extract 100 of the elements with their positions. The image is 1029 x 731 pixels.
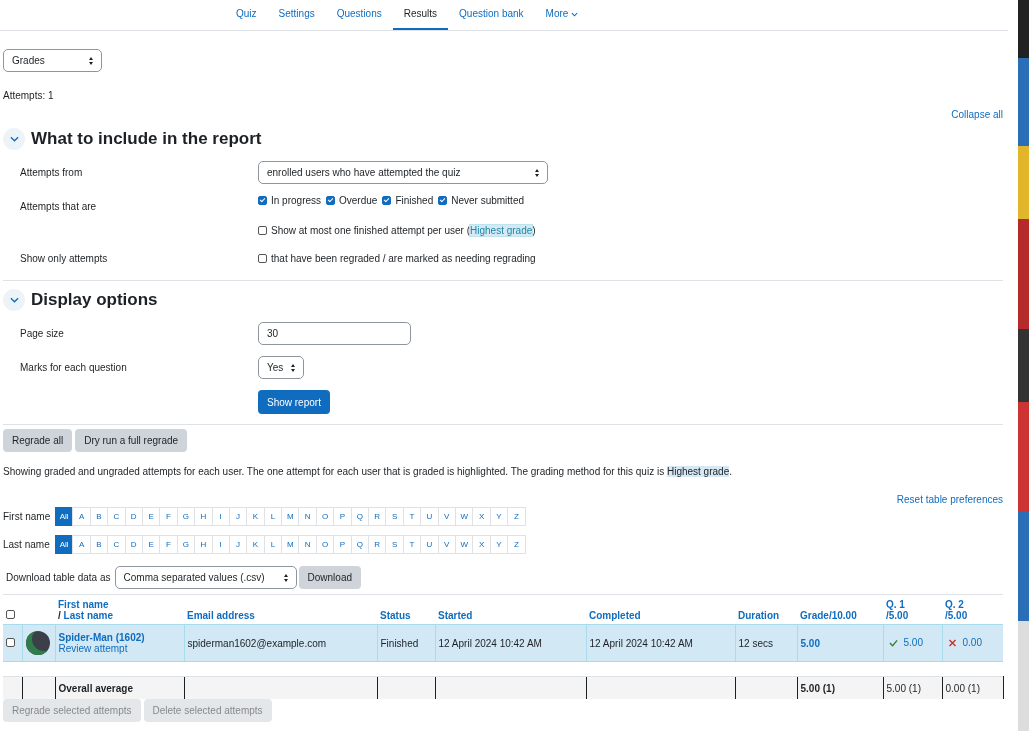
initial-letter[interactable]: V	[437, 507, 456, 526]
collapse-all-link[interactable]: Collapse all	[951, 109, 1003, 120]
initial-letter[interactable]: B	[89, 535, 109, 554]
checkbox[interactable]	[258, 226, 267, 235]
column-header-link[interactable]: Email address	[187, 610, 255, 621]
initial-letter[interactable]: R	[368, 535, 387, 554]
column-header-link[interactable]: Last name	[63, 610, 114, 621]
nav-tab[interactable]: Results	[392, 0, 449, 30]
nav-tab[interactable]: Question bank	[448, 0, 535, 30]
attempts-from-select[interactable]: enrolled users who have attempted the quiz	[258, 161, 548, 184]
initial-letter[interactable]: Q	[350, 535, 370, 554]
initial-letter[interactable]: X	[472, 507, 491, 526]
chevron-icon[interactable]	[3, 128, 25, 150]
nav-tab[interactable]: Questions	[325, 0, 393, 30]
initial-letter[interactable]: D	[124, 507, 143, 526]
initial-letter[interactable]: X	[472, 535, 491, 554]
select-all-checkbox[interactable]	[6, 610, 15, 619]
initial-letter[interactable]: W	[455, 507, 474, 526]
nav-tab[interactable]: More	[534, 0, 590, 30]
initial-letter[interactable]: J	[228, 535, 248, 554]
column-header-link[interactable]: Completed	[589, 610, 641, 621]
chevron-icon[interactable]	[3, 289, 25, 311]
initial-letter[interactable]: B	[89, 507, 109, 526]
reset-table-preferences-link[interactable]: Reset table preferences	[896, 494, 1003, 505]
initial-letter[interactable]: M	[281, 507, 300, 526]
row-checkbox[interactable]	[6, 637, 15, 647]
nav-tab[interactable]: Settings	[267, 0, 326, 30]
initial-letter[interactable]: E	[141, 507, 161, 526]
column-header-link[interactable]: Status	[380, 610, 411, 621]
initial-letter[interactable]: U	[420, 507, 439, 526]
checkbox[interactable]	[258, 254, 267, 263]
initial-letter[interactable]: W	[455, 535, 474, 554]
initial-letter[interactable]: A	[72, 535, 91, 554]
initial-letter[interactable]: F	[159, 535, 178, 554]
column-header-link[interactable]: Started	[438, 610, 473, 621]
initial-letter[interactable]: V	[437, 535, 456, 554]
table-row[interactable]: Spider-Man (1602) Review attempt spiderman1602@example.com Finished 12 April 2024 10:42 AM 12 April 2024 10:42 AM 12 secs 5.00 5.00 0.00	[3, 624, 1003, 662]
initial-letter[interactable]: S	[385, 535, 404, 554]
initial-letter[interactable]: Q	[350, 507, 370, 526]
regrade-button[interactable]: Dry run a full regrade	[75, 429, 188, 452]
initial-letter[interactable]: I	[211, 535, 230, 554]
initial-letter[interactable]: K	[246, 507, 265, 526]
column-header-link[interactable]: First name	[58, 599, 109, 610]
checkbox[interactable]	[438, 196, 448, 205]
initial-letter[interactable]: Z	[507, 507, 526, 526]
regrade-button[interactable]: Regrade all	[3, 429, 73, 452]
initial-letter[interactable]: All	[55, 535, 74, 554]
initial-letter[interactable]: P	[333, 535, 352, 554]
checkbox[interactable]	[382, 196, 392, 205]
initial-letter[interactable]: J	[228, 507, 248, 526]
column-header-link[interactable]: Grade/10.00	[800, 610, 857, 621]
download-button[interactable]: Download	[298, 566, 361, 589]
column-header-link[interactable]: Duration	[738, 610, 780, 621]
initial-letter[interactable]: L	[263, 535, 283, 554]
marks-select[interactable]: Yes	[258, 356, 304, 379]
initial-letter[interactable]: E	[141, 535, 161, 554]
initial-letter[interactable]: P	[333, 507, 352, 526]
checkbox[interactable]	[258, 196, 267, 205]
initial-letter[interactable]: Z	[507, 535, 526, 554]
initial-letter[interactable]: N	[298, 535, 317, 554]
initial-letter[interactable]: Y	[489, 507, 509, 526]
initial-letter[interactable]: K	[246, 535, 265, 554]
initial-letter[interactable]: F	[159, 507, 178, 526]
initial-letter[interactable]: S	[385, 507, 404, 526]
question-mark-link[interactable]: 5.00	[903, 637, 923, 649]
download-format-select[interactable]: Comma separated values (.csv)	[114, 566, 297, 589]
question-mark-link[interactable]: 0.00	[962, 637, 982, 649]
initial-letter[interactable]: I	[211, 507, 230, 526]
initial-letter[interactable]: G	[176, 535, 196, 554]
grading-info-text: Showing graded and ungraded attempts for each user. The one attempt for each user that is graded is highlighted. The grading method for this quiz is Highest grade.	[3, 466, 733, 477]
sort-arrows-icon	[535, 169, 540, 177]
initial-letter[interactable]: U	[420, 535, 439, 554]
initial-letter[interactable]: T	[402, 507, 422, 526]
initial-letter[interactable]: R	[368, 507, 387, 526]
review-attempt-link[interactable]: Review attempt	[58, 643, 128, 654]
page-size-input[interactable]: 30	[258, 322, 411, 345]
column-header-link[interactable]: Q. 2 /5.00	[945, 599, 1000, 621]
initial-letter[interactable]: G	[176, 507, 196, 526]
initial-letter[interactable]: H	[194, 535, 213, 554]
checkbox[interactable]	[326, 196, 336, 205]
initial-letter[interactable]: D	[124, 535, 143, 554]
grade-link[interactable]: 5.00	[800, 637, 820, 649]
checkbox-label: Never submitted	[451, 195, 524, 206]
initial-letter[interactable]: C	[107, 507, 126, 526]
initial-letter[interactable]: O	[315, 507, 335, 526]
initial-letter[interactable]: Y	[489, 535, 509, 554]
initial-letter[interactable]: O	[315, 535, 335, 554]
report-select[interactable]: Grades	[3, 49, 102, 72]
initial-letter[interactable]: T	[402, 535, 422, 554]
initial-letter[interactable]: N	[298, 507, 317, 526]
initial-letter[interactable]: C	[107, 535, 126, 554]
show-report-button[interactable]: Show report	[258, 390, 330, 414]
initial-letter[interactable]: M	[281, 535, 300, 554]
nav-tab[interactable]: Quiz	[225, 0, 268, 30]
initial-letter[interactable]: L	[263, 507, 283, 526]
user-name-link[interactable]: Spider-Man (1602)	[58, 632, 145, 643]
initial-letter[interactable]: A	[72, 507, 91, 526]
initial-letter[interactable]: H	[194, 507, 213, 526]
column-header-link[interactable]: Q. 1 /5.00	[886, 599, 939, 621]
initial-letter[interactable]: All	[55, 507, 74, 526]
